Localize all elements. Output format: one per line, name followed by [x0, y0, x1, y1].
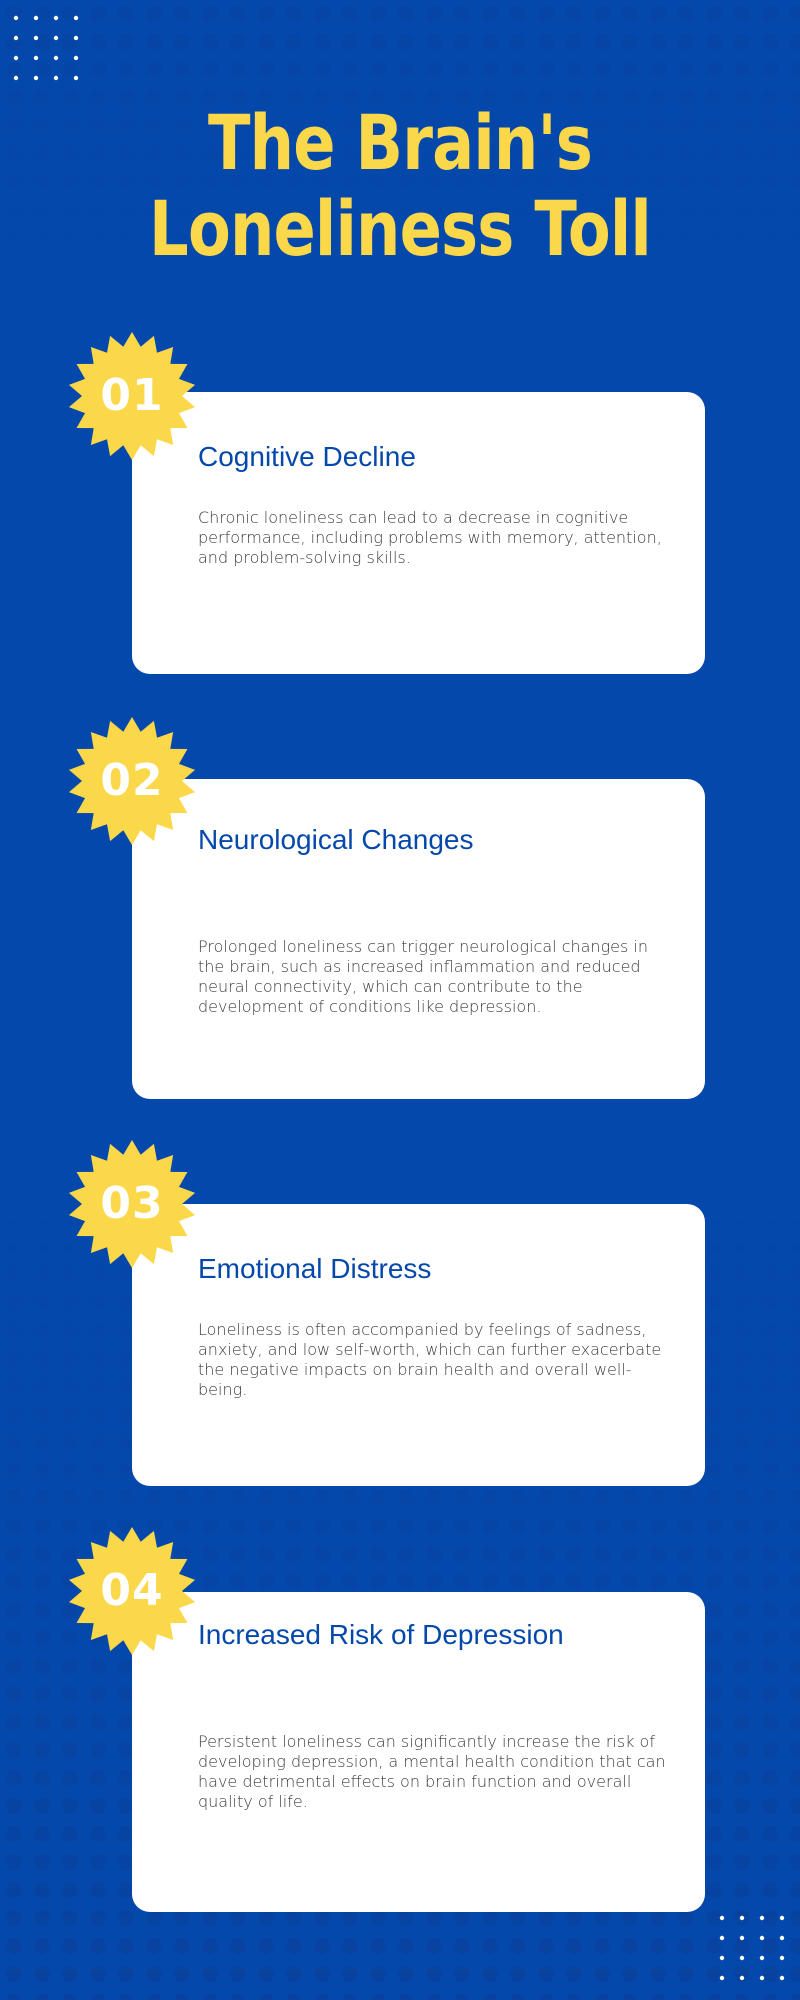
- section-body: Persistent loneliness can significantly …: [198, 1732, 666, 1811]
- section-number: 03: [100, 1178, 164, 1229]
- page-title-line-2: Loneliness Toll: [149, 184, 652, 273]
- section-number-badge-3: 03: [66, 1138, 198, 1270]
- section-card-1: Cognitive Decline Chronic loneliness can…: [132, 392, 705, 674]
- decorative-dot-grid-top: [13, 15, 79, 81]
- section-heading: Cognitive Decline: [198, 441, 416, 472]
- page-title-line-1: The Brain's: [207, 98, 593, 187]
- section-number-badge-4: 04: [66, 1525, 198, 1657]
- section-heading: Neurological Changes: [198, 824, 474, 855]
- page-title: The Brain's Loneliness Toll: [72, 100, 728, 272]
- section-heading: Increased Risk of Depression: [198, 1619, 564, 1650]
- section-card-2: Neurological Changes Prolonged lonelines…: [132, 779, 705, 1099]
- section-number-badge-2: 02: [66, 715, 198, 847]
- section-number: 04: [100, 1565, 164, 1616]
- section-card-3: Emotional Distress Loneliness is often a…: [132, 1204, 705, 1486]
- section-card-4: Increased Risk of Depression Persistent …: [132, 1592, 705, 1912]
- section-body: Loneliness is often accompanied by feeli…: [198, 1320, 662, 1399]
- section-number-badge-1: 01: [66, 330, 198, 462]
- section-body: Chronic loneliness can lead to a decreas…: [198, 508, 662, 567]
- section-body: Prolonged loneliness can trigger neurolo…: [198, 937, 649, 1016]
- section-number: 01: [100, 370, 164, 421]
- section-number: 02: [100, 755, 164, 806]
- decorative-dot-grid-bottom: [719, 1915, 785, 1981]
- section-heading: Emotional Distress: [198, 1253, 432, 1284]
